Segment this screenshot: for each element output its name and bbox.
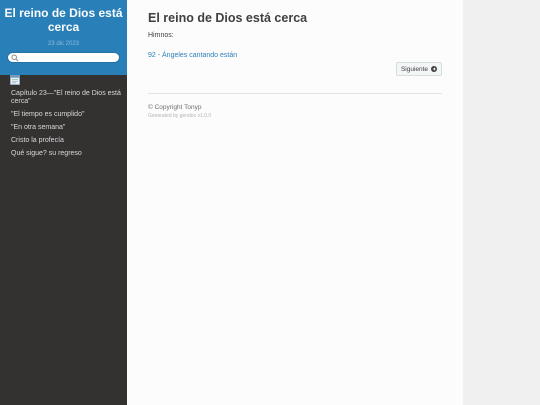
sidebar: El reino de Dios está cerca 23 dic 2023 …	[0, 0, 127, 405]
search-input[interactable]	[8, 60, 119, 70]
page-title: El reino de Dios está cerca	[148, 11, 308, 25]
search-box[interactable]	[7, 52, 120, 70]
search-icon	[11, 54, 19, 62]
site-date: 23 dic 2023	[47, 41, 80, 47]
sidebar-item-chapter-23[interactable]: Capítulo 23—"El reino de Dios está cerca…	[0, 90, 127, 106]
right-panel	[463, 0, 540, 405]
sidebar-nav: Capítulo 23—"El reino de Dios está cerca…	[0, 90, 127, 163]
generated-by: Generated by gendoc v1.0.0	[148, 113, 212, 119]
sidebar-item-tiempo-cumplido[interactable]: "El tiempo es cumplido"	[0, 111, 127, 119]
book-icon[interactable]	[10, 75, 20, 85]
hymn-link[interactable]: 92 - Ángeles cantando están	[148, 52, 237, 59]
sidebar-item-cristo-profecia[interactable]: Cristo la profecía	[0, 137, 127, 145]
sidebar-header: El reino de Dios está cerca 23 dic 2023	[0, 0, 127, 75]
main-content: El reino de Dios está cerca Himnos: 92 -…	[127, 0, 463, 405]
next-button[interactable]: Siguiente	[396, 62, 442, 76]
sidebar-item-que-sigue[interactable]: Qué sigue? su regreso	[0, 150, 127, 158]
copyright: © Copyright Tonyp	[148, 104, 202, 111]
hymns-label: Himnos:	[148, 32, 174, 39]
circle-arrow-right-icon	[431, 66, 438, 72]
site-title[interactable]: El reino de Dios está cerca	[0, 6, 127, 34]
next-button-label: Siguiente	[400, 65, 429, 73]
sidebar-item-otra-semana[interactable]: "En otra semana"	[0, 124, 127, 132]
divider	[148, 93, 442, 94]
